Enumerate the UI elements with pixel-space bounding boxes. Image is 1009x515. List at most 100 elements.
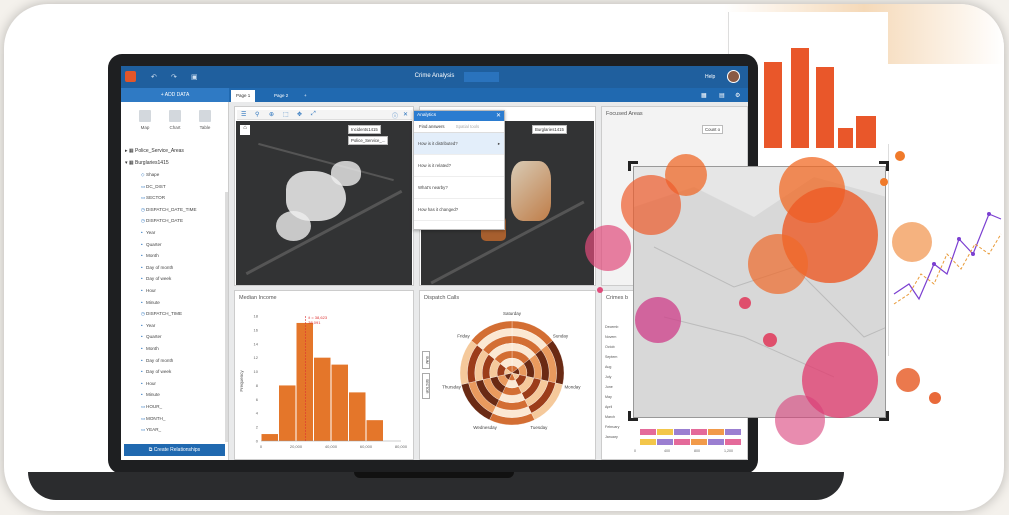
create-relationships-button[interactable]: ⧉ Create Relationships [124,444,225,456]
field-item[interactable]: ◷DISPATCH_DATE [141,218,183,224]
field-item[interactable]: ▭HOUR_ [141,404,162,410]
heat-cell[interactable] [725,439,741,445]
median-income-card[interactable]: Median Income 0 2 4 6 8 10 12 14 16 18 0 20,000 40,0… [234,290,414,460]
sidebar-scrollbar[interactable] [225,192,228,442]
heat-cell[interactable] [725,429,741,435]
field-item[interactable]: • Month [141,253,159,258]
heat-cell[interactable] [657,439,673,445]
zoom-icon[interactable]: ⊕ [269,111,274,118]
layer-incidents[interactable]: Incidents1415 [348,125,381,134]
funnel-icon[interactable]: ⚲ [255,111,259,118]
tab-page-1[interactable]: Page 1 [231,90,256,102]
field-item[interactable]: • Quarter [141,334,162,339]
card-toolbar: ☰ ⚲ ⊕ ⬚ ✥ ⤢ ⓘ ✕ [237,110,412,120]
heat-cell[interactable] [691,429,707,435]
map-bubble[interactable] [892,222,932,262]
map-bubble[interactable] [621,175,681,235]
field-item[interactable]: • Hour [141,381,156,386]
field-item[interactable]: • Day of month [141,265,173,270]
question-distributed[interactable]: How is it distributed? ▸ [414,133,504,155]
home-icon[interactable]: ⌂ [240,125,250,135]
pan-icon[interactable]: ✥ [297,111,302,118]
histogram-bar[interactable] [296,322,314,441]
map-bubble[interactable] [635,297,681,343]
table-tool[interactable]: Table [195,110,215,130]
chart-tool[interactable]: Chart [165,110,185,130]
map-bubble[interactable] [763,333,777,347]
field-item[interactable]: • Month [141,346,159,351]
histogram-bar[interactable] [314,357,331,441]
histogram-bar[interactable] [261,434,279,441]
question-nearby[interactable]: What's nearby? [414,177,504,199]
heat-cell[interactable] [657,429,673,435]
dispatch-calls-card[interactable]: Dispatch Calls Saturday Sunday Monday Tuesd… [419,290,596,460]
histogram-bar[interactable] [349,392,366,441]
field-item[interactable]: • Year [141,230,155,235]
heat-cell[interactable] [640,439,656,445]
settings-icon[interactable]: ⚙ [735,92,740,99]
avatar[interactable] [727,70,740,83]
layout-icon[interactable]: ▤ [719,92,725,99]
heat-cell[interactable] [708,439,724,445]
sum-label[interactable]: SUM [422,351,430,369]
map-bubble[interactable] [585,225,631,271]
histogram-bar[interactable] [279,385,296,441]
field-item[interactable]: ▭DC_DIST [141,184,166,190]
map-incidents[interactable] [236,121,412,285]
field-item[interactable]: ◇Shape [141,172,159,178]
add-page-button[interactable]: + [299,90,312,102]
help-menu[interactable]: Help [705,74,715,80]
close-icon[interactable]: ✕ [496,112,501,119]
filter-icon[interactable]: ☰ [241,111,246,118]
dataset-burglaries[interactable]: ▾ ▦ Burglaries1415 [125,160,169,166]
field-item[interactable]: • Minute [141,300,160,305]
question-changed[interactable]: How has it changed? [414,199,504,221]
field-item[interactable]: • Day of week [141,369,171,374]
field-item[interactable]: • Quarter [141,242,162,247]
add-data-button[interactable]: + ADD DATA [121,88,229,102]
tab-spatial-tools[interactable]: Spatial tools [451,121,484,133]
heat-cell[interactable] [674,429,690,435]
month-label: May [605,395,612,399]
question-related[interactable]: How is it related? [414,155,504,177]
info-icon[interactable]: ⓘ [392,111,398,120]
field-item[interactable]: ▭MONTH_ [141,416,165,422]
field-item[interactable]: ◷DISPATCH_TIME [141,311,182,317]
field-item[interactable]: • Hour [141,288,156,293]
heat-cell[interactable] [674,439,690,445]
map-bubble[interactable] [748,234,808,294]
map-bubble[interactable] [929,392,941,404]
map-bubble[interactable] [895,151,905,161]
tab-find-answers[interactable]: Find answers [414,121,450,133]
heat-cell[interactable] [708,429,724,435]
field-item[interactable]: ▭SECTOR [141,195,165,201]
map-bubble[interactable] [739,297,751,309]
field-item[interactable]: ▭YEAR_ [141,427,161,433]
map-card-incidents[interactable]: Incidents1415 Police_Service_... ⌂ [234,106,414,286]
histogram-bar[interactable] [331,364,349,441]
tab-page-2[interactable]: Page 2 [269,90,293,102]
field-item[interactable]: • Minute [141,392,160,397]
layer-burglaries[interactable]: Burglaries1415 [532,125,567,134]
histogram-chart[interactable]: 0 2 4 6 8 10 12 14 16 18 0 20,000 40,000 60,000 80,000… [235,301,415,460]
map-bubble[interactable] [880,178,888,186]
dataset-police-service-areas[interactable]: ▸ ▦ Police_Service_Areas [125,148,184,154]
radial-chart[interactable]: Saturday Sunday Monday Tuesday Wednesday Thur… [420,301,597,460]
sector-label[interactable]: SECTOR [422,373,430,399]
grid-icon[interactable]: ▦ [701,92,707,99]
heat-cell[interactable] [640,429,656,435]
field-item[interactable]: ◷DISPATCH_DATE_TIME [141,207,197,213]
field-item[interactable]: • Year [141,323,155,328]
map-bubble[interactable] [597,287,603,293]
expand-icon[interactable]: ⤢ [311,111,316,118]
layer-police-service[interactable]: Police_Service_... [348,136,389,145]
heat-cell[interactable] [691,439,707,445]
map-tool[interactable]: Map [135,110,155,130]
field-item[interactable]: • Day of month [141,358,173,363]
histogram-bar[interactable] [366,420,384,441]
map-bubble[interactable] [896,368,920,392]
select-icon[interactable]: ⬚ [283,111,289,118]
field-item[interactable]: • Day of week [141,276,171,281]
map-bubble[interactable] [775,395,825,445]
delete-icon[interactable]: ✕ [403,111,408,118]
